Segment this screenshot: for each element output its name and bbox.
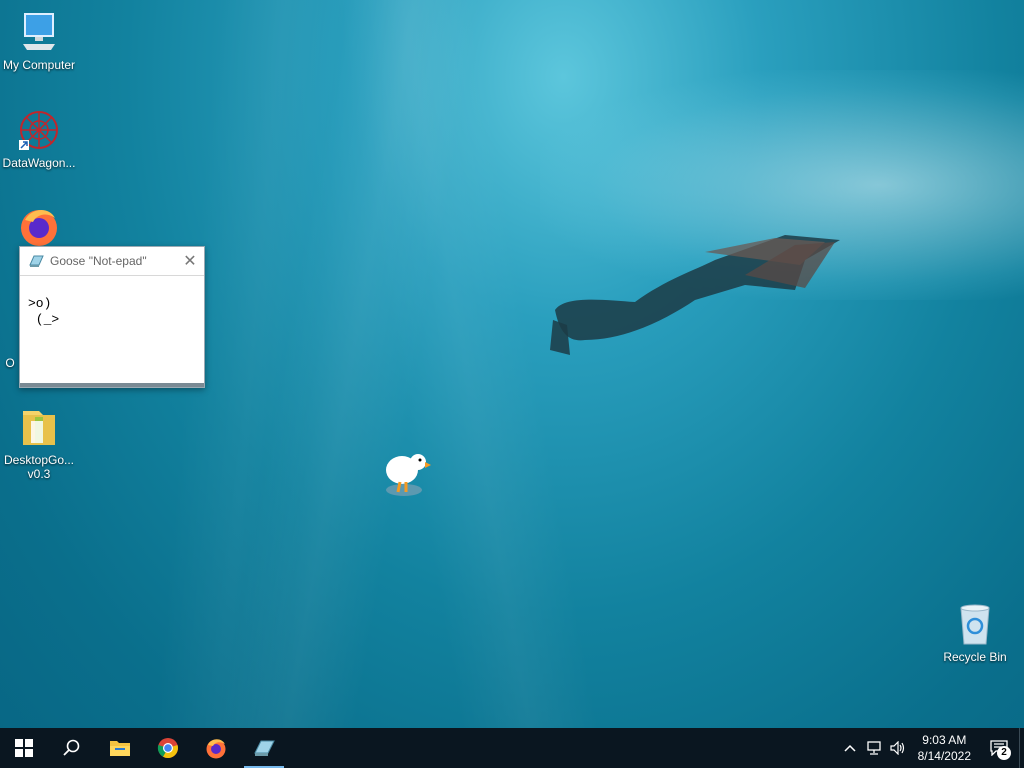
notepad-text-area[interactable]: >o) (_>: [20, 276, 204, 328]
search-button[interactable]: [48, 728, 96, 768]
taskbar-firefox[interactable]: [192, 728, 240, 768]
goose-sprite[interactable]: [384, 446, 432, 496]
clock-date: 8/14/2022: [917, 749, 971, 763]
desktop-icon-label: DesktopGo... v0.3: [3, 453, 75, 481]
file-explorer-icon: [110, 741, 130, 756]
computer-icon: [23, 13, 55, 50]
system-tray: 9:03 AM 8/14/2022 2: [838, 728, 1024, 768]
desktop-icon-label: Recycle Bin: [943, 650, 1007, 664]
chrome-icon: [157, 738, 178, 759]
window-bottom-bar: [20, 383, 204, 387]
desktop-icon-firefox[interactable]: [0, 204, 78, 252]
desktop-icon-my-computer[interactable]: My Computer: [0, 10, 78, 72]
wallpaper-diver: [550, 235, 840, 355]
start-button[interactable]: [0, 728, 48, 768]
speaker-icon: [890, 741, 904, 755]
goose-notepad-window[interactable]: Goose "Not-epad" ✕ >o) (_>: [19, 246, 205, 388]
action-center-button[interactable]: 2: [979, 728, 1019, 768]
notification-count-badge: 2: [997, 746, 1011, 760]
close-button[interactable]: ✕: [176, 251, 204, 271]
desktop-icon-label: O: [5, 356, 15, 370]
desktop-icon-datawagon[interactable]: DataWagon...: [0, 108, 78, 170]
desktop-icon-desktopgoose[interactable]: DesktopGo... v0.3: [0, 405, 78, 481]
desktop-icon-recycle-bin[interactable]: Recycle Bin: [936, 602, 1014, 664]
desktop-icon-label: My Computer: [2, 58, 76, 72]
show-desktop-button[interactable]: [1019, 728, 1024, 768]
network-button[interactable]: [862, 728, 886, 768]
desktop-icon-label: DataWagon...: [2, 156, 76, 170]
clock-time: 9:03 AM: [922, 733, 967, 747]
taskbar-chrome[interactable]: [144, 728, 192, 768]
search-icon: [63, 739, 80, 756]
start-icon: [15, 739, 33, 757]
datawagon-icon: [19, 111, 58, 150]
firefox-icon: [206, 739, 226, 759]
network-icon: [866, 741, 881, 755]
desktop-icon-partial[interactable]: O: [0, 356, 20, 370]
show-hidden-icons-button[interactable]: [838, 728, 862, 768]
window-titlebar[interactable]: Goose "Not-epad" ✕: [20, 247, 204, 276]
recycle-bin-icon: [960, 604, 990, 645]
notepad-icon: [29, 255, 44, 267]
taskbar-file-explorer[interactable]: [96, 728, 144, 768]
taskbar-goose-notepad[interactable]: [240, 728, 288, 768]
chevron-up-icon: [844, 744, 856, 752]
folder-zip-icon: [23, 411, 55, 445]
window-title: Goose "Not-epad": [50, 254, 147, 268]
taskbar: 9:03 AM 8/14/2022 2: [0, 728, 1024, 768]
volume-button[interactable]: [886, 728, 910, 768]
clock[interactable]: 9:03 AM 8/14/2022: [910, 732, 979, 764]
firefox-icon: [21, 209, 57, 246]
notepad-icon: [254, 740, 275, 756]
